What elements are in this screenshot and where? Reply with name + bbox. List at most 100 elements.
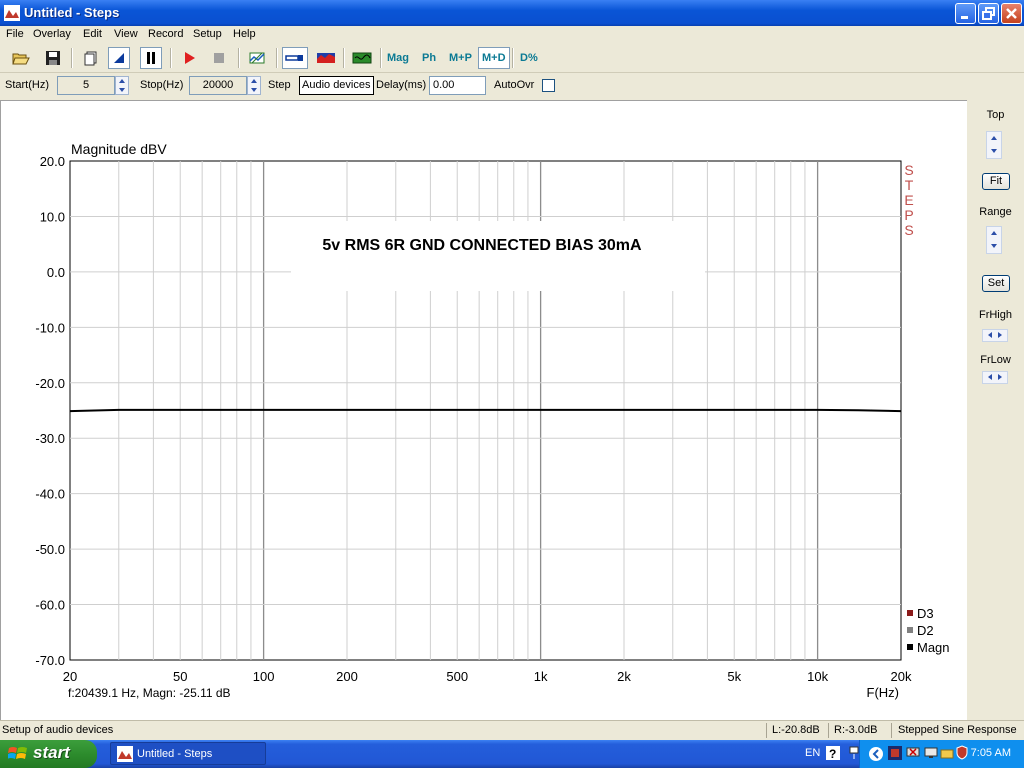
spectrum-button[interactable] xyxy=(314,47,338,69)
tray-expand-icon[interactable] xyxy=(868,746,884,762)
menu-bar: File Overlay Edit View Record Setup Help xyxy=(0,26,1024,44)
tray-folder-icon[interactable] xyxy=(940,746,954,760)
x-tick-label: 10k xyxy=(807,669,828,684)
toolbar-separator xyxy=(238,48,240,68)
start-spinner[interactable] xyxy=(115,76,129,95)
windows-logo-icon xyxy=(8,747,27,759)
y-axis-label: Magnitude dBV xyxy=(71,141,167,157)
cursor-readout: f:20439.1 Hz, Magn: -25.11 dB xyxy=(68,686,231,700)
audio-devices-button[interactable]: Audio devices xyxy=(299,76,374,95)
tray-app-icon[interactable] xyxy=(888,746,902,760)
pause-button[interactable] xyxy=(140,47,162,69)
pause-icon xyxy=(147,52,155,64)
taskbar-item-steps[interactable]: Untitled - Steps xyxy=(110,742,266,765)
status-divider xyxy=(766,723,767,738)
grid-button[interactable] xyxy=(246,47,268,69)
play-button[interactable] xyxy=(178,47,200,69)
menu-help[interactable]: Help xyxy=(233,28,256,40)
spectrum-icon xyxy=(317,53,335,63)
y-tick-label: -70.0 xyxy=(35,653,65,668)
phase-view-button[interactable]: Ph xyxy=(422,52,436,64)
minimize-icon xyxy=(961,16,968,19)
title-bar: Untitled - Steps xyxy=(0,0,1024,26)
stop-field[interactable]: 20000 xyxy=(189,76,247,95)
security-shield-icon[interactable] xyxy=(956,745,968,760)
y-tick-label: 10.0 xyxy=(40,209,65,224)
range-label: Range xyxy=(979,206,1012,218)
status-message: Setup of audio devices xyxy=(2,724,114,736)
y-tick-label: -40.0 xyxy=(35,487,65,502)
menu-setup[interactable]: Setup xyxy=(193,28,222,40)
mag-view-button[interactable]: Mag xyxy=(387,52,409,64)
autoovr-checkbox[interactable] xyxy=(542,79,555,92)
tray-monitor-icon[interactable] xyxy=(906,746,920,760)
legend-swatch-d2 xyxy=(907,627,913,633)
copy-icon xyxy=(84,51,97,66)
fit-button[interactable]: Fit xyxy=(982,173,1010,190)
x-tick-label: 20k xyxy=(891,669,912,684)
language-indicator[interactable]: EN xyxy=(805,747,820,759)
y-tick-label: 0.0 xyxy=(47,265,65,280)
x-tick-label: 200 xyxy=(336,669,358,684)
status-bar: Setup of audio devices L:-20.8dB R:-3.0d… xyxy=(0,720,1024,740)
magnitude-chart[interactable]: 5v RMS 6R GND CONNECTED BIAS 30mA 20.0 10.… xyxy=(1,101,966,720)
y-tick-label: -10.0 xyxy=(35,320,65,335)
toolbar: Mag Ph M+P M+D D% xyxy=(0,44,1024,73)
save-icon xyxy=(46,51,60,65)
mag-distortion-view-button[interactable]: M+D xyxy=(478,47,510,69)
watermark-letter: S xyxy=(904,162,913,178)
restore-button[interactable] xyxy=(978,3,999,24)
x-tick-label: 100 xyxy=(253,669,275,684)
frlow-spinner[interactable] xyxy=(982,371,1008,384)
watermark-letter: S xyxy=(904,222,913,238)
app-icon xyxy=(4,5,20,21)
minimize-button[interactable] xyxy=(955,3,976,24)
taskbar: start Untitled - Steps EN ? 7:05 AM xyxy=(0,740,1024,768)
delay-field[interactable]: 0.00 xyxy=(429,76,486,95)
legend-label-d2: D2 xyxy=(917,623,934,638)
start-button[interactable]: start xyxy=(0,740,97,768)
menu-file[interactable]: File xyxy=(6,28,24,40)
top-label: Top xyxy=(986,109,1005,121)
probe-button[interactable] xyxy=(282,47,308,69)
status-divider xyxy=(828,723,829,738)
top-spinner[interactable] xyxy=(986,131,1002,159)
set-button[interactable]: Set xyxy=(982,275,1010,292)
close-button[interactable] xyxy=(1001,3,1022,24)
y-tick-label: -60.0 xyxy=(35,598,65,613)
right-level: R:-3.0dB xyxy=(834,724,878,736)
range-spinner[interactable] xyxy=(986,226,1002,254)
system-tray: 7:05 AM xyxy=(859,740,1024,768)
scope-button[interactable] xyxy=(350,47,374,69)
menu-view[interactable]: View xyxy=(114,28,138,40)
menu-edit[interactable]: Edit xyxy=(83,28,102,40)
start-label: start xyxy=(33,743,70,762)
mag-phase-view-button[interactable]: M+P xyxy=(449,52,472,64)
tray-display-icon[interactable] xyxy=(924,746,938,760)
marker-button[interactable] xyxy=(108,47,130,69)
marker-icon xyxy=(114,53,124,63)
frhigh-label: FrHigh xyxy=(978,309,1012,321)
legend-label-magn: Magn xyxy=(917,640,950,655)
stop-button[interactable] xyxy=(208,47,230,69)
help-icon[interactable]: ? xyxy=(826,746,840,760)
stop-spinner[interactable] xyxy=(247,76,261,95)
step-label: Step xyxy=(268,79,291,91)
menu-overlay[interactable]: Overlay xyxy=(33,28,71,40)
copy-button[interactable] xyxy=(80,47,102,69)
distortion-percent-button[interactable]: D% xyxy=(520,52,538,64)
toolbar-separator xyxy=(343,48,345,68)
watermark-letter: T xyxy=(905,177,914,193)
x-tick-label: 2k xyxy=(617,669,631,684)
taskbar-item-label: Untitled - Steps xyxy=(137,748,213,760)
save-button[interactable] xyxy=(42,47,64,69)
watermark-letter: E xyxy=(904,192,913,208)
toolbar-separator xyxy=(512,48,514,68)
restore-icon xyxy=(982,7,995,20)
open-button[interactable] xyxy=(10,47,32,69)
frhigh-spinner[interactable] xyxy=(982,329,1008,342)
start-field[interactable]: 5 xyxy=(57,76,115,95)
menu-record[interactable]: Record xyxy=(148,28,183,40)
probe-icon xyxy=(285,55,303,61)
status-divider xyxy=(891,723,892,738)
